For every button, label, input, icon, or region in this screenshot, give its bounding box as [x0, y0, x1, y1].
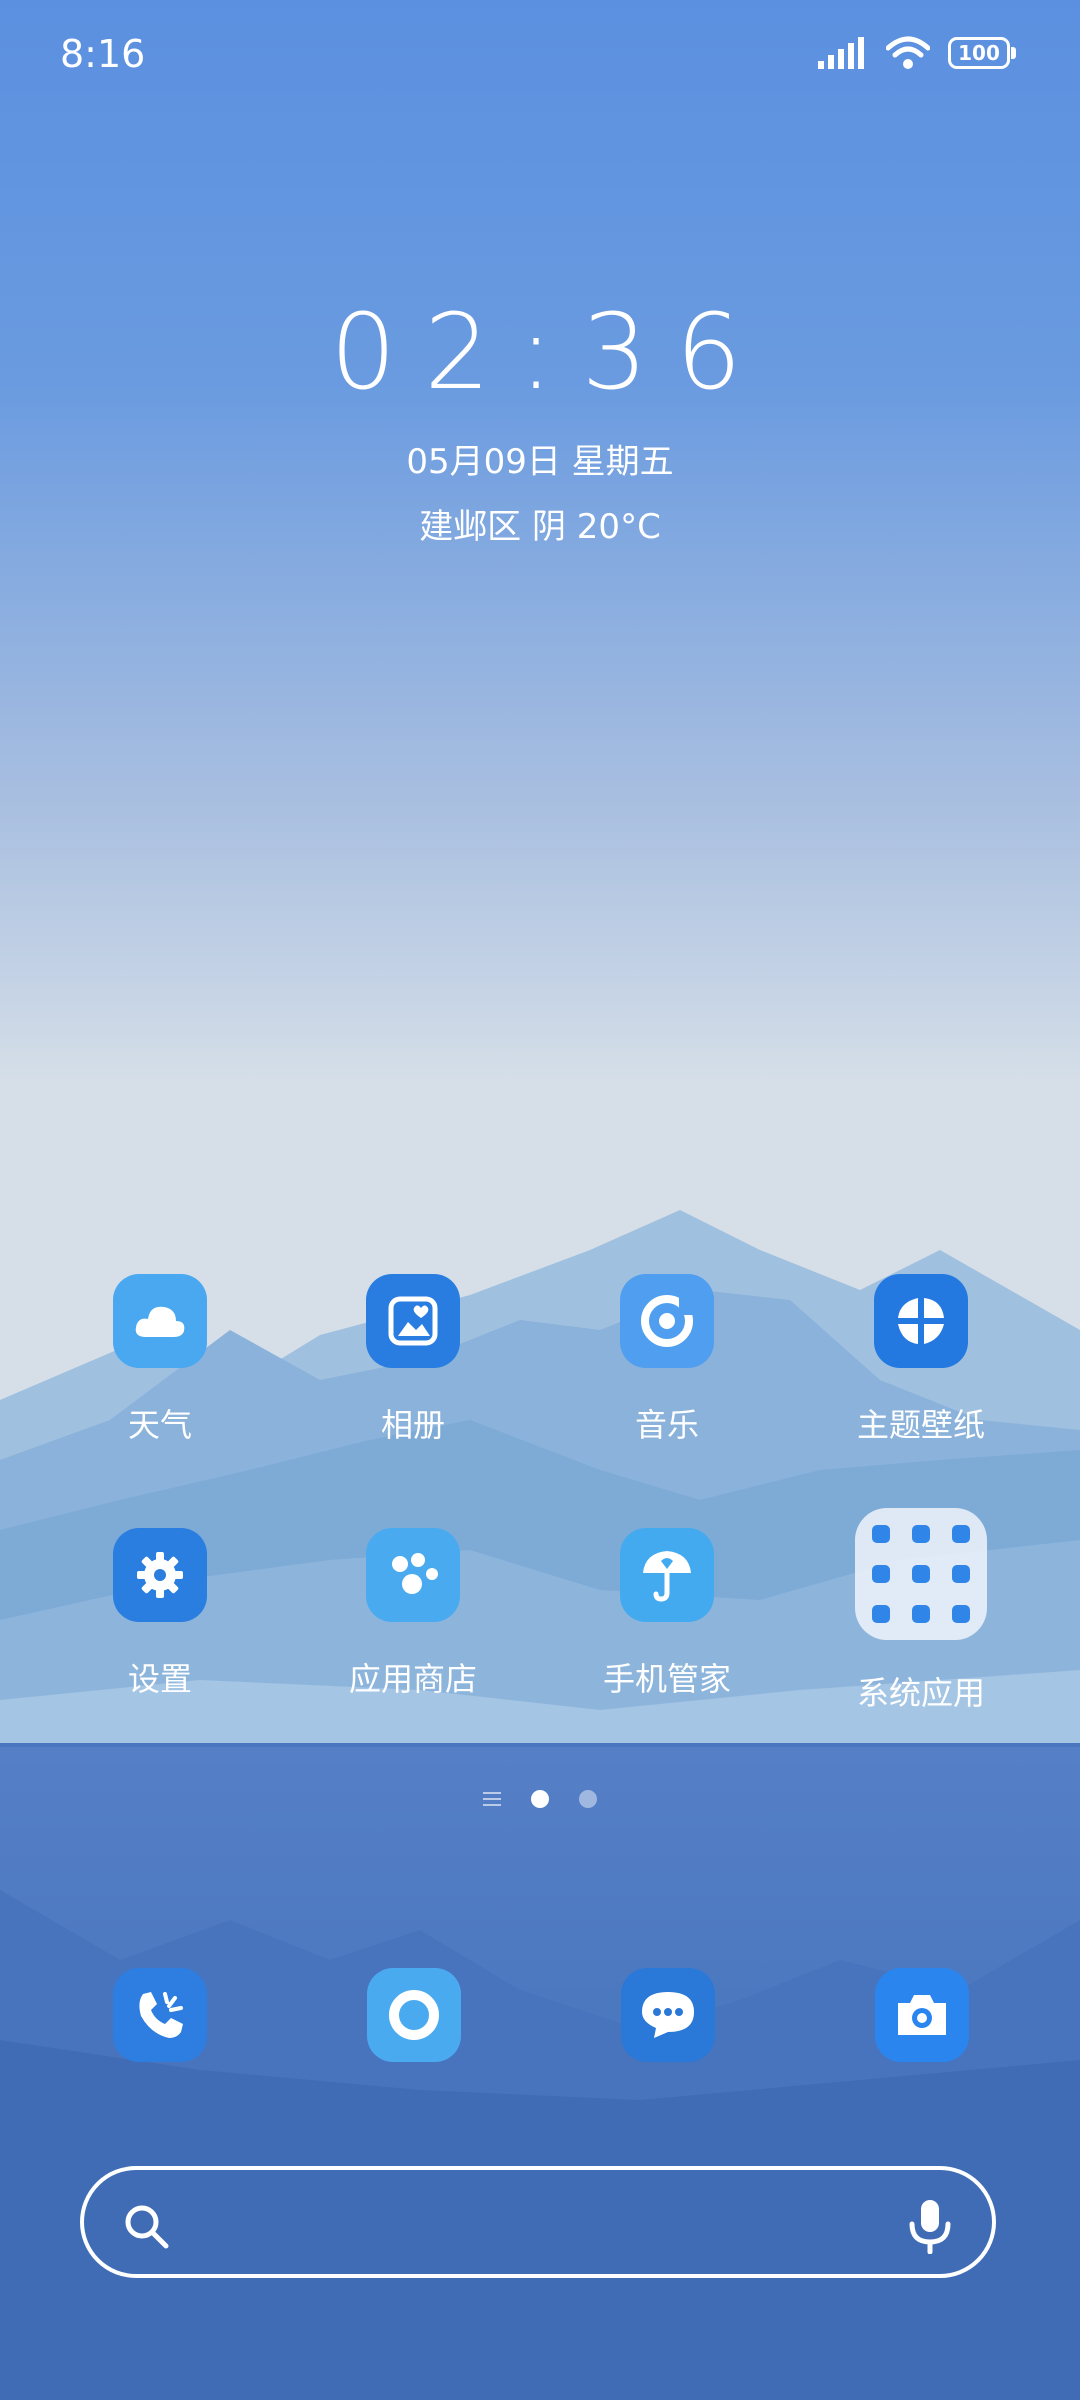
app-store-icon	[366, 1528, 460, 1622]
app-settings[interactable]: 设置	[50, 1528, 270, 1700]
app-label: 系统应用	[856, 1674, 985, 1712]
dock-browser[interactable]	[367, 1968, 461, 2062]
app-security[interactable]: 手机管家	[557, 1528, 777, 1700]
clock-widget[interactable]: 02:36 05月09日 星期五 建邺区 阴 20°C	[0, 300, 1080, 548]
gear-icon	[113, 1528, 207, 1622]
signal-icon	[818, 37, 864, 69]
theme-icon	[874, 1274, 968, 1368]
cloud-icon	[113, 1274, 207, 1368]
phone-icon	[139, 1992, 183, 2038]
dock-camera[interactable]	[875, 1968, 969, 2062]
folder-icon	[855, 1508, 987, 1640]
dock-messages[interactable]	[621, 1968, 715, 2062]
status-time: 8:16	[60, 32, 146, 76]
app-store[interactable]: 应用商店	[303, 1528, 523, 1700]
page-indicator[interactable]	[0, 1790, 1080, 1808]
search-bar[interactable]	[80, 2166, 996, 2278]
app-label: 设置	[127, 1660, 192, 1698]
app-label: 应用商店	[348, 1660, 477, 1698]
dock-phone[interactable]	[113, 1968, 207, 2062]
status-bar: 8:16 100	[0, 0, 1080, 110]
app-label: 音乐	[634, 1406, 699, 1444]
folder-system-apps[interactable]: 系统应用	[811, 1508, 1031, 1714]
app-music[interactable]: 音乐	[557, 1274, 777, 1446]
search-icon[interactable]	[122, 2202, 170, 2250]
status-icons: 100	[818, 36, 1016, 70]
browser-icon	[389, 1990, 439, 2040]
music-icon	[620, 1274, 714, 1368]
weather-summary[interactable]: 建邺区 阴 20°C	[0, 499, 1080, 548]
clock-date: 05月09日 星期五	[406, 442, 674, 482]
clock-time[interactable]: 02:36	[20, 300, 1080, 404]
page-dot-active[interactable]	[531, 1790, 549, 1808]
app-themes[interactable]: 主题壁纸	[811, 1274, 1031, 1446]
camera-icon	[898, 1995, 946, 2035]
microphone-icon[interactable]	[906, 2198, 954, 2254]
app-label: 相册	[380, 1406, 445, 1444]
page-dot[interactable]	[579, 1790, 597, 1808]
umbrella-icon	[620, 1528, 714, 1622]
app-label: 天气	[127, 1406, 192, 1444]
messages-icon	[642, 1992, 694, 2038]
menu-lines-icon[interactable]	[483, 1792, 501, 1806]
gallery-icon	[366, 1274, 460, 1368]
app-weather[interactable]: 天气	[50, 1274, 270, 1446]
app-label: 主题壁纸	[856, 1406, 985, 1444]
battery-level: 100	[958, 41, 1000, 65]
app-label: 手机管家	[602, 1660, 731, 1698]
battery-icon: 100	[948, 37, 1016, 69]
app-gallery[interactable]: 相册	[303, 1274, 523, 1446]
wifi-icon	[886, 36, 930, 69]
